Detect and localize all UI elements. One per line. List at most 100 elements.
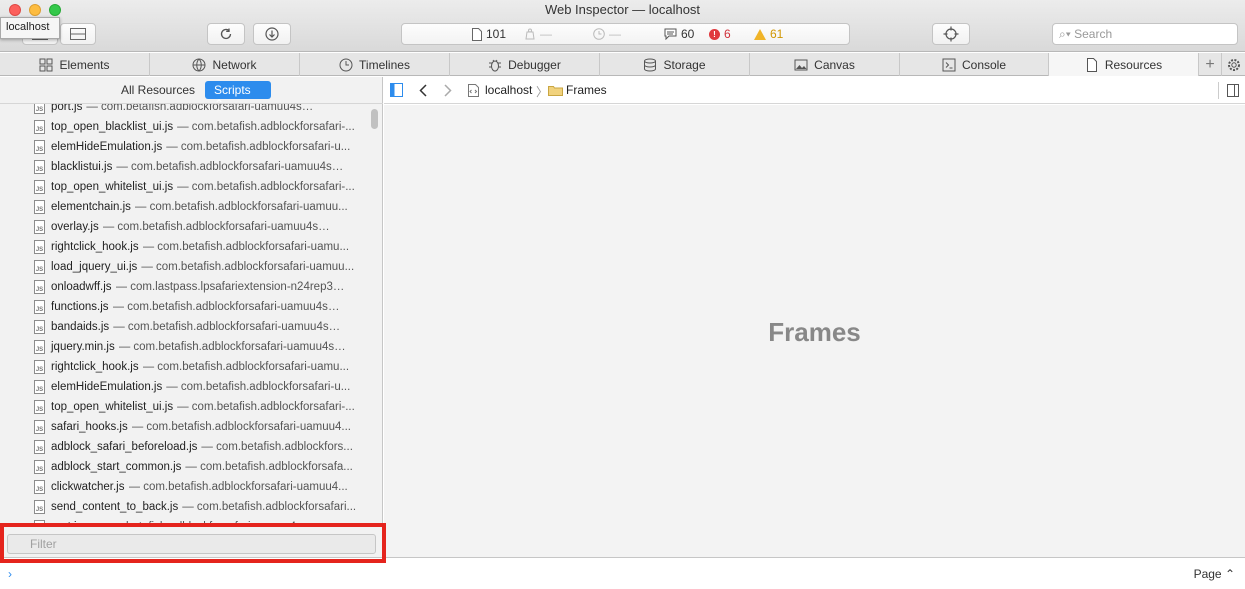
search-field[interactable]: ⌕▾ Search	[1052, 23, 1238, 45]
canvas-icon	[794, 59, 808, 70]
resource-file-name: jquery.min.js	[51, 341, 115, 353]
download-icon	[265, 27, 279, 41]
js-file-icon: JS	[34, 340, 45, 354]
breadcrumb-frames[interactable]: Frames	[566, 83, 607, 97]
inspect-element-button[interactable]	[932, 23, 970, 45]
scope-bar: All Resources Scripts ⌃	[0, 77, 383, 111]
tab-timelines[interactable]: Timelines	[300, 53, 450, 76]
error-count[interactable]: ! 6	[709, 27, 731, 41]
network-size[interactable]: —	[524, 27, 552, 41]
log-count[interactable]: 60	[664, 27, 694, 41]
resource-list-item[interactable]: JS adblock_safari_beforeload.js — com.beta…	[0, 437, 368, 457]
content-navigation-bar: localhost 〉 Frames	[384, 77, 1245, 104]
sidebar-toggle-icon[interactable]	[390, 83, 403, 97]
resource-origin: — com.betafish.adblockforsafari-uamuu...	[141, 261, 355, 273]
resource-list-item[interactable]: JS safari_hooks.js — com.betafish.adblockf…	[0, 417, 368, 437]
sidebar: All Resources Scripts ⌃ JS port.js — com.b…	[0, 77, 383, 557]
resource-file-name: elemHideEmulation.js	[51, 141, 163, 153]
document-icon	[472, 27, 482, 41]
js-file-icon: JS	[34, 460, 45, 474]
console-prompt-icon: ›	[8, 567, 12, 581]
resource-list-item[interactable]: JS elemHideEmulation.js — com.betafish.adb…	[0, 377, 368, 397]
resource-list-item[interactable]: JS elementchain.js — com.betafish.adblockf…	[0, 197, 368, 217]
resource-list-item[interactable]: JS blacklistui.js — com.betafish.adblockfo…	[0, 157, 368, 177]
resource-list-item[interactable]: JS top_open_whitelist_ui.js — com.betafish…	[0, 177, 368, 197]
breadcrumb-separator-icon: 〉	[536, 85, 549, 99]
tab-storage[interactable]: Storage	[600, 53, 750, 76]
resource-origin: — com.betafish.adblockforsafari-uamuu4s2…	[102, 221, 333, 233]
tab-network[interactable]: Network	[150, 53, 300, 76]
gear-icon	[1227, 58, 1240, 71]
dock-side-button[interactable]	[60, 23, 96, 45]
resource-list-item[interactable]: JS top_open_blacklist_ui.js — com.betafish…	[0, 117, 368, 137]
resource-list-item[interactable]: JS elemHideEmulation.js — com.betafish.adb…	[0, 137, 368, 157]
resource-list-item[interactable]: JS port.js— com.betafish.adblockforsafari…	[0, 104, 368, 117]
resource-origin: — com.betafish.adblockforsafari-uamu...	[142, 361, 350, 373]
resource-list-item[interactable]: JS overlay.js — com.betafish.adblockforsaf…	[0, 217, 368, 237]
tab-console-label: Console	[961, 57, 1007, 72]
resource-file-name: load_jquery_ui.js	[51, 261, 138, 273]
resource-list-item[interactable]: JS send_content_to_back.js — com.betafish.…	[0, 497, 368, 517]
error-icon: !	[709, 28, 720, 40]
resource-count-value: 101	[486, 27, 507, 41]
resource-file-name: top_open_blacklist_ui.js	[51, 121, 174, 133]
scope-all-resources[interactable]: All Resources	[121, 83, 195, 97]
resource-list-item[interactable]: JS load_jquery_ui.js — com.betafish.adbloc…	[0, 257, 368, 277]
js-file-icon: JS	[34, 420, 45, 434]
settings-button[interactable]	[1222, 53, 1245, 76]
tab-resources[interactable]: Resources	[1049, 53, 1199, 76]
resource-list-item[interactable]: JS top_open_whitelist_ui.js — com.betafish…	[0, 397, 368, 417]
resource-origin: — com.betafish.adblockforsafari-u...	[166, 381, 351, 393]
resource-list-item[interactable]: JS rightclick_hook.js — com.betafish.adblo…	[0, 357, 368, 377]
resource-list-item[interactable]: JS bandaids.js — com.betafish.adblockforsa…	[0, 317, 368, 337]
resource-file-name: blacklistui.js	[51, 161, 113, 173]
resource-file-name: adblock_start_common.js	[51, 461, 182, 473]
resource-origin: — com.betafish.adblockforsafari-u...	[166, 141, 351, 153]
resource-origin: — com.betafish.adblockforsafari-uamuu4..…	[128, 481, 348, 493]
back-arrow-icon[interactable]	[419, 84, 427, 97]
tab-canvas[interactable]: Canvas	[750, 53, 900, 76]
resource-list-item[interactable]: JS adblock_start_common.js — com.betafish.…	[0, 457, 368, 477]
resource-origin: — com.betafish.adblockforsafari...	[182, 501, 357, 513]
load-time[interactable]: —	[593, 27, 621, 41]
resource-origin: — com.betafish.adblockfors...	[201, 441, 353, 453]
js-file-icon: JS	[34, 220, 45, 234]
resource-origin: — com.betafish.adblockforsafari-uamuu4s2…	[118, 341, 349, 353]
js-file-icon: JS	[34, 180, 45, 194]
tab-debugger[interactable]: Debugger	[450, 53, 600, 76]
breadcrumb-localhost[interactable]: localhost	[485, 83, 532, 97]
storage-icon	[644, 58, 657, 72]
resource-list-item[interactable]: JS jquery.min.js — com.betafish.adblockfor…	[0, 337, 368, 357]
resource-list-item[interactable]: JS clickwatcher.js — com.betafish.adblockf…	[0, 477, 368, 497]
plus-icon: +	[1205, 55, 1215, 73]
resource-file-name: overlay.js	[51, 221, 99, 233]
resource-list-item[interactable]: JS rightclick_hook.js — com.betafish.adblo…	[0, 237, 368, 257]
resource-list-item[interactable]: JS onloadwff.js — com.lastpass.lpsafariext…	[0, 277, 368, 297]
tab-console[interactable]: Console	[900, 53, 1049, 76]
resource-file-name: rightclick_hook.js	[51, 361, 139, 373]
js-file-icon: JS	[34, 120, 45, 134]
resource-origin: — com.betafish.adblockforsafa...	[185, 461, 353, 473]
highlight-box	[0, 523, 386, 563]
tab-elements[interactable]: Elements	[0, 53, 150, 76]
warning-count[interactable]: 61	[754, 27, 783, 41]
download-button[interactable]	[253, 23, 291, 45]
tab-timelines-label: Timelines	[359, 57, 410, 72]
resource-file-name: elemHideEmulation.js	[51, 381, 163, 393]
reload-button[interactable]	[207, 23, 245, 45]
scope-scripts[interactable]: Scripts ⌃	[205, 81, 271, 111]
scrollbar-thumb[interactable]	[371, 109, 378, 129]
js-file-icon: JS	[34, 240, 45, 254]
new-tab-button[interactable]: +	[1199, 53, 1222, 76]
details-sidebar-icon[interactable]	[1227, 84, 1239, 97]
scrollbar[interactable]	[368, 104, 382, 531]
clock-icon	[593, 28, 605, 40]
resource-count[interactable]: 101	[472, 27, 506, 41]
dashboard[interactable]: 101 — — 60 ! 6 61	[401, 23, 850, 45]
resource-origin: — com.betafish.adblockforsafari-...	[177, 181, 355, 193]
execution-context-select[interactable]: Page ⌃	[1194, 567, 1235, 581]
timelines-icon	[339, 58, 353, 71]
elements-icon	[39, 58, 53, 71]
resource-list-item[interactable]: JS functions.js — com.betafish.adblockfors…	[0, 297, 368, 317]
forward-arrow-icon[interactable]	[444, 84, 452, 97]
